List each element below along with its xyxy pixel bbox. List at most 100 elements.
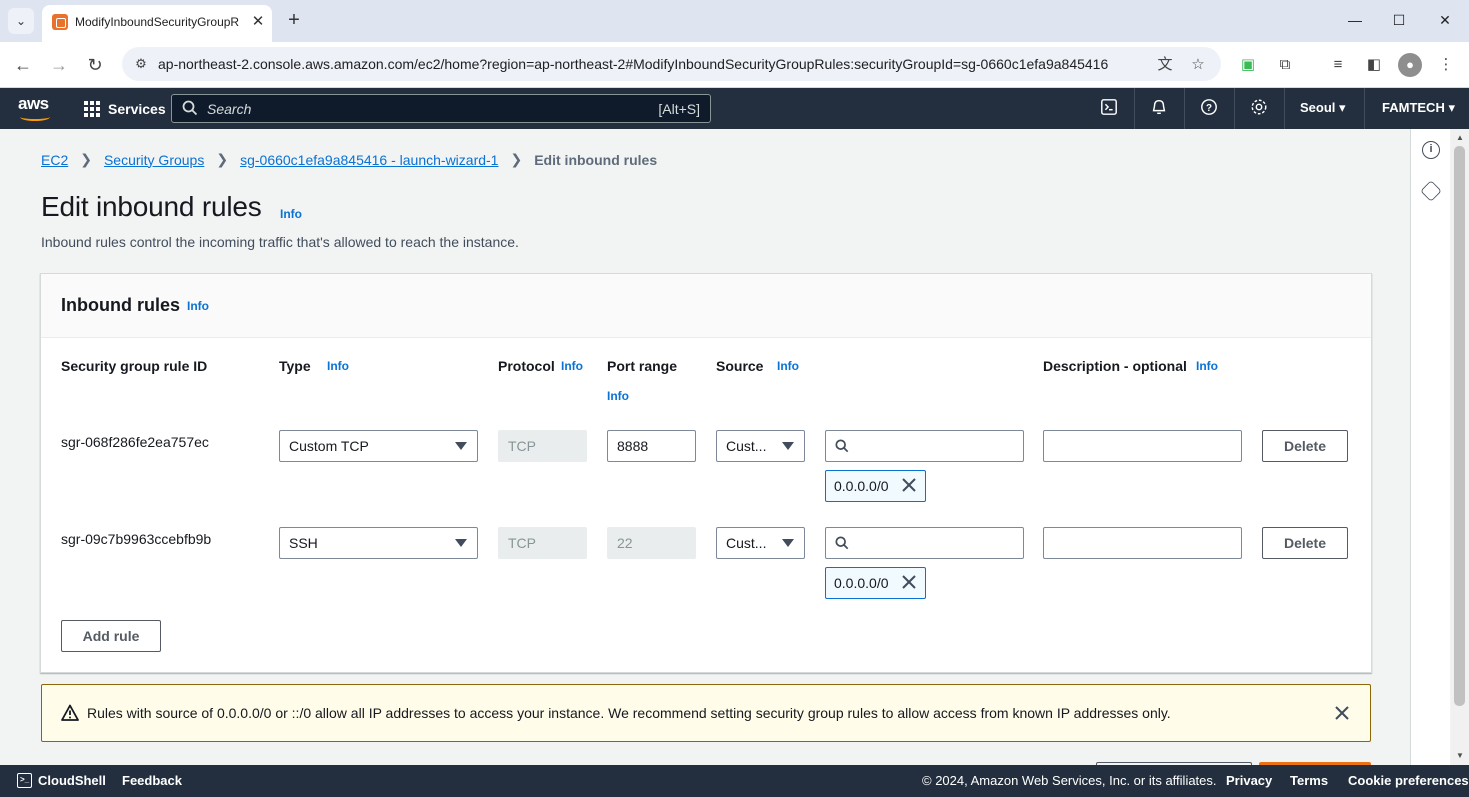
source-type-value: Cust... — [726, 438, 767, 454]
services-label: Services — [108, 101, 166, 117]
bookmark-star-icon[interactable]: ☆ — [1187, 54, 1209, 76]
feedback-hex-icon[interactable] — [1420, 180, 1442, 202]
col-header-type: Type — [279, 358, 311, 374]
browser-tab[interactable]: ModifyInboundSecurityGroupR ✕ — [42, 5, 272, 42]
breadcrumb-security-groups[interactable]: Security Groups — [104, 152, 204, 168]
terms-link[interactable]: Terms — [1290, 773, 1328, 788]
forward-arrow-icon[interactable]: → — [45, 51, 73, 79]
notifications-bell-icon[interactable] — [1149, 98, 1169, 118]
browser-tab-strip: ⌄ ModifyInboundSecurityGroupR ✕ + — ☐ ✕ — [0, 0, 1469, 42]
breadcrumb-ec2[interactable]: EC2 — [41, 152, 68, 168]
minimize-icon[interactable]: — — [1340, 8, 1370, 32]
remove-token-close-icon[interactable] — [901, 574, 917, 590]
privacy-link[interactable]: Privacy — [1226, 773, 1272, 788]
svg-text:?: ? — [1206, 103, 1212, 114]
info-panel-icon[interactable]: i — [1422, 141, 1440, 159]
description-info-link[interactable]: Info — [1196, 359, 1218, 373]
aws-logo[interactable]: aws — [17, 94, 53, 121]
dismiss-close-icon[interactable] — [1332, 703, 1352, 723]
cloudshell-button[interactable]: >_ CloudShell — [17, 773, 106, 788]
side-panel-icon[interactable]: ◧ — [1362, 53, 1386, 77]
rule-id: sgr-068f286fe2ea757ec — [61, 434, 209, 450]
source-type-value: Cust... — [726, 535, 767, 551]
type-select[interactable]: SSH — [279, 527, 478, 559]
chrome-menu-icon[interactable]: ⋮ — [1434, 53, 1458, 77]
col-header-rule-id: Security group rule ID — [61, 358, 208, 374]
port-range-value: 22 — [617, 535, 633, 551]
reload-icon[interactable]: ↻ — [81, 51, 109, 79]
col-header-source: Source — [716, 358, 764, 374]
url-text[interactable]: ap-northeast-2.console.aws.amazon.com/ec… — [158, 56, 1108, 72]
page-title-info-link[interactable]: Info — [280, 207, 302, 221]
address-bar[interactable]: ⚙ ap-northeast-2.console.aws.amazon.com/… — [122, 47, 1221, 81]
port-range-info-link[interactable]: Info — [607, 389, 629, 403]
scrollbar-thumb[interactable] — [1454, 146, 1465, 706]
port-range-field-disabled: 22 — [607, 527, 696, 559]
rule-id: sgr-09c7b9963ccebfb9b — [61, 531, 212, 547]
port-range-value: 8888 — [617, 438, 649, 454]
source-cidr-search-input[interactable] — [825, 527, 1024, 559]
port-range-input[interactable]: 8888 — [607, 430, 696, 462]
chevron-right-icon: ❯ — [216, 151, 229, 167]
translate-icon[interactable]: 文 — [1154, 54, 1176, 76]
protocol-value: TCP — [508, 535, 536, 551]
feedback-link[interactable]: Feedback — [122, 773, 182, 788]
chevron-right-icon: ❯ — [80, 151, 92, 167]
divider — [1364, 88, 1365, 129]
page-scrollbar[interactable]: ▲ ▼ — [1451, 129, 1469, 765]
back-arrow-icon[interactable]: ← — [9, 51, 37, 79]
type-select[interactable]: Custom TCP — [279, 430, 478, 462]
chevron-right-icon: ❯ — [510, 151, 523, 167]
aws-search-input[interactable]: Search [Alt+S] — [171, 94, 711, 123]
caret-down-icon — [455, 539, 467, 547]
source-cidr-search-input[interactable] — [825, 430, 1024, 462]
scroll-up-arrow-icon[interactable]: ▲ — [1455, 133, 1465, 143]
extension-green-icon[interactable]: ▣ — [1236, 53, 1260, 77]
site-info-icon[interactable]: ⚙ — [132, 55, 150, 73]
caret-down-icon: ▾ — [1448, 100, 1455, 115]
caret-down-icon — [455, 442, 467, 450]
maximize-icon[interactable]: ☐ — [1384, 8, 1414, 32]
caret-down-icon — [782, 442, 794, 450]
panel-info-link[interactable]: Info — [187, 299, 209, 313]
extensions-puzzle-icon[interactable]: ⧉ — [1273, 53, 1297, 77]
copyright-text: © 2024, Amazon Web Services, Inc. or its… — [922, 773, 1217, 788]
profile-avatar[interactable]: ● — [1398, 53, 1422, 77]
protocol-info-link[interactable]: Info — [561, 359, 583, 373]
cloudshell-icon[interactable] — [1099, 98, 1119, 118]
warning-triangle-icon — [61, 704, 79, 721]
services-menu-button[interactable]: Services — [84, 98, 166, 120]
right-utility-rail: i — [1410, 129, 1450, 765]
window-close-icon[interactable]: ✕ — [1430, 8, 1460, 32]
new-tab-icon[interactable]: + — [282, 9, 306, 33]
tab-search-button[interactable]: ⌄ — [8, 8, 34, 34]
source-info-link[interactable]: Info — [777, 359, 799, 373]
breadcrumb: EC2 ❯ Security Groups ❯ sg-0660c1efa9a84… — [41, 151, 657, 168]
delete-rule-button[interactable]: Delete — [1262, 430, 1348, 462]
delete-rule-button[interactable]: Delete — [1262, 527, 1348, 559]
inbound-rules-panel: Inbound rules Info Security group rule I… — [40, 273, 1372, 673]
source-type-select[interactable]: Cust... — [716, 527, 805, 559]
help-icon[interactable]: ? — [1199, 98, 1219, 118]
cookie-preferences-link[interactable]: Cookie preferences — [1348, 773, 1469, 788]
tab-close-icon[interactable]: ✕ — [248, 12, 268, 32]
browser-toolbar: ← → ↻ ⚙ ap-northeast-2.console.aws.amazo… — [0, 42, 1469, 88]
search-icon — [835, 536, 849, 550]
account-label: FAMTECH — [1382, 100, 1445, 115]
scroll-down-arrow-icon[interactable]: ▼ — [1455, 751, 1465, 761]
account-menu[interactable]: FAMTECH ▾ — [1382, 100, 1455, 116]
page-description: Inbound rules control the incoming traff… — [41, 234, 519, 250]
breadcrumb-security-group[interactable]: sg-0660c1efa9a845416 - launch-wizard-1 — [240, 152, 498, 168]
warning-text: Rules with source of 0.0.0.0/0 or ::/0 a… — [87, 705, 1171, 721]
media-controls-icon[interactable]: ≡ — [1326, 53, 1350, 77]
description-input[interactable] — [1043, 430, 1242, 462]
region-selector[interactable]: Seoul ▾ — [1300, 100, 1346, 116]
description-input[interactable] — [1043, 527, 1242, 559]
settings-gear-icon[interactable] — [1249, 98, 1269, 118]
type-info-link[interactable]: Info — [327, 359, 349, 373]
aws-favicon-icon — [52, 14, 68, 30]
remove-token-close-icon[interactable] — [901, 477, 917, 493]
col-header-port-range: Port range — [607, 358, 678, 374]
source-type-select[interactable]: Cust... — [716, 430, 805, 462]
add-rule-button[interactable]: Add rule — [61, 620, 161, 652]
